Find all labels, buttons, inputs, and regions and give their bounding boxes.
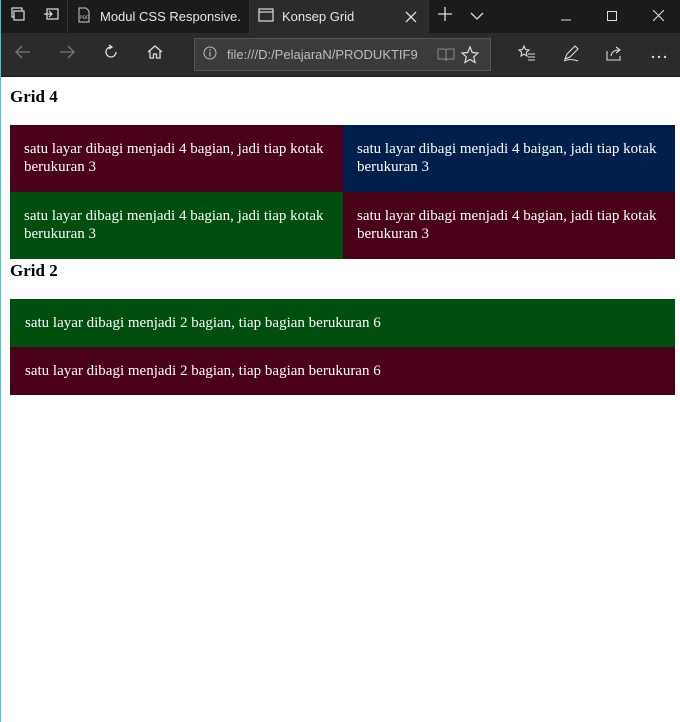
- tab-label: Konsep Grid: [282, 9, 355, 24]
- plus-icon: [438, 7, 452, 26]
- tab-modul-css[interactable]: PDF Modul CSS Responsive.p: [67, 0, 249, 33]
- grid2-cell: satu layar dibagi menjadi 2 bagian, tiap…: [10, 299, 675, 347]
- toolbar-right: [505, 33, 680, 77]
- address-bar[interactable]: file:///D:/PelajaraN/PRODUKTIF9: [194, 38, 491, 71]
- grid4-cell: satu layar dibagi menjadi 4 bagian, jadi…: [10, 192, 343, 259]
- refresh-icon: [103, 44, 119, 65]
- close-window-button[interactable]: [635, 0, 680, 33]
- arrow-left-icon: [15, 45, 31, 64]
- home-icon: [147, 44, 163, 65]
- url-text: file:///D:/PelajaraN/PRODUKTIF9: [227, 47, 418, 62]
- browser-window: PDF Modul CSS Responsive.p Konsep Grid f…: [0, 0, 680, 722]
- web-notes-button[interactable]: [549, 33, 593, 77]
- favorites-hub-button[interactable]: [505, 33, 549, 77]
- new-tab-button[interactable]: [429, 0, 461, 33]
- info-icon[interactable]: [203, 46, 217, 63]
- tabs-aside-icon: [10, 7, 25, 26]
- reading-view-icon[interactable]: [434, 43, 458, 67]
- tab-manager-button[interactable]: [1, 0, 34, 33]
- forward-button[interactable]: [45, 33, 89, 77]
- chevron-down-icon: [470, 8, 484, 26]
- close-icon: [652, 8, 664, 26]
- svg-text:PDF: PDF: [80, 15, 89, 21]
- tab-konsep-grid[interactable]: Konsep Grid: [249, 0, 429, 33]
- grid4-cell: satu layar dibagi menjadi 4 bagian, jadi…: [10, 125, 343, 192]
- pdf-icon: PDF: [76, 7, 92, 26]
- navigation-bar: file:///D:/PelajaraN/PRODUKTIF9: [1, 33, 680, 77]
- page-icon: [258, 8, 274, 25]
- set-tabs-aside-button[interactable]: [34, 0, 67, 33]
- grid4-cell: satu layar dibagi menjadi 4 bagian, jadi…: [343, 192, 675, 259]
- grid2-container: satu layar dibagi menjadi 2 bagian, tiap…: [10, 299, 675, 395]
- grid2-heading: Grid 2: [10, 261, 58, 280]
- arrow-right-icon: [59, 45, 75, 64]
- back-button[interactable]: [1, 33, 45, 77]
- tab-label: Modul CSS Responsive.p: [100, 9, 241, 24]
- grid2-cell: satu layar dibagi menjadi 2 bagian, tiap…: [10, 347, 675, 395]
- more-button[interactable]: [637, 33, 680, 77]
- minimize-button[interactable]: [543, 0, 589, 33]
- maximize-icon: [607, 8, 617, 26]
- tab-preview-button[interactable]: [461, 0, 493, 33]
- favorite-star-icon[interactable]: [458, 43, 482, 67]
- pen-icon: [562, 44, 580, 67]
- more-dots-icon: [651, 46, 667, 64]
- grid4-container: satu layar dibagi menjadi 4 bagian, jadi…: [10, 125, 675, 259]
- minimize-icon: [561, 8, 571, 26]
- refresh-button[interactable]: [89, 33, 133, 77]
- favorites-list-icon: [517, 44, 536, 66]
- grid4-heading: Grid 4: [10, 87, 58, 106]
- home-button[interactable]: [133, 33, 177, 77]
- grid4-cell: satu layar dibagi menjadi 4 baigan, jadi…: [343, 125, 675, 192]
- share-button[interactable]: [593, 33, 637, 77]
- close-tab-icon[interactable]: [402, 8, 420, 26]
- share-icon: [606, 45, 624, 66]
- tab-bar: PDF Modul CSS Responsive.p Konsep Grid: [1, 0, 680, 33]
- set-aside-icon: [43, 7, 59, 26]
- maximize-button[interactable]: [589, 0, 635, 33]
